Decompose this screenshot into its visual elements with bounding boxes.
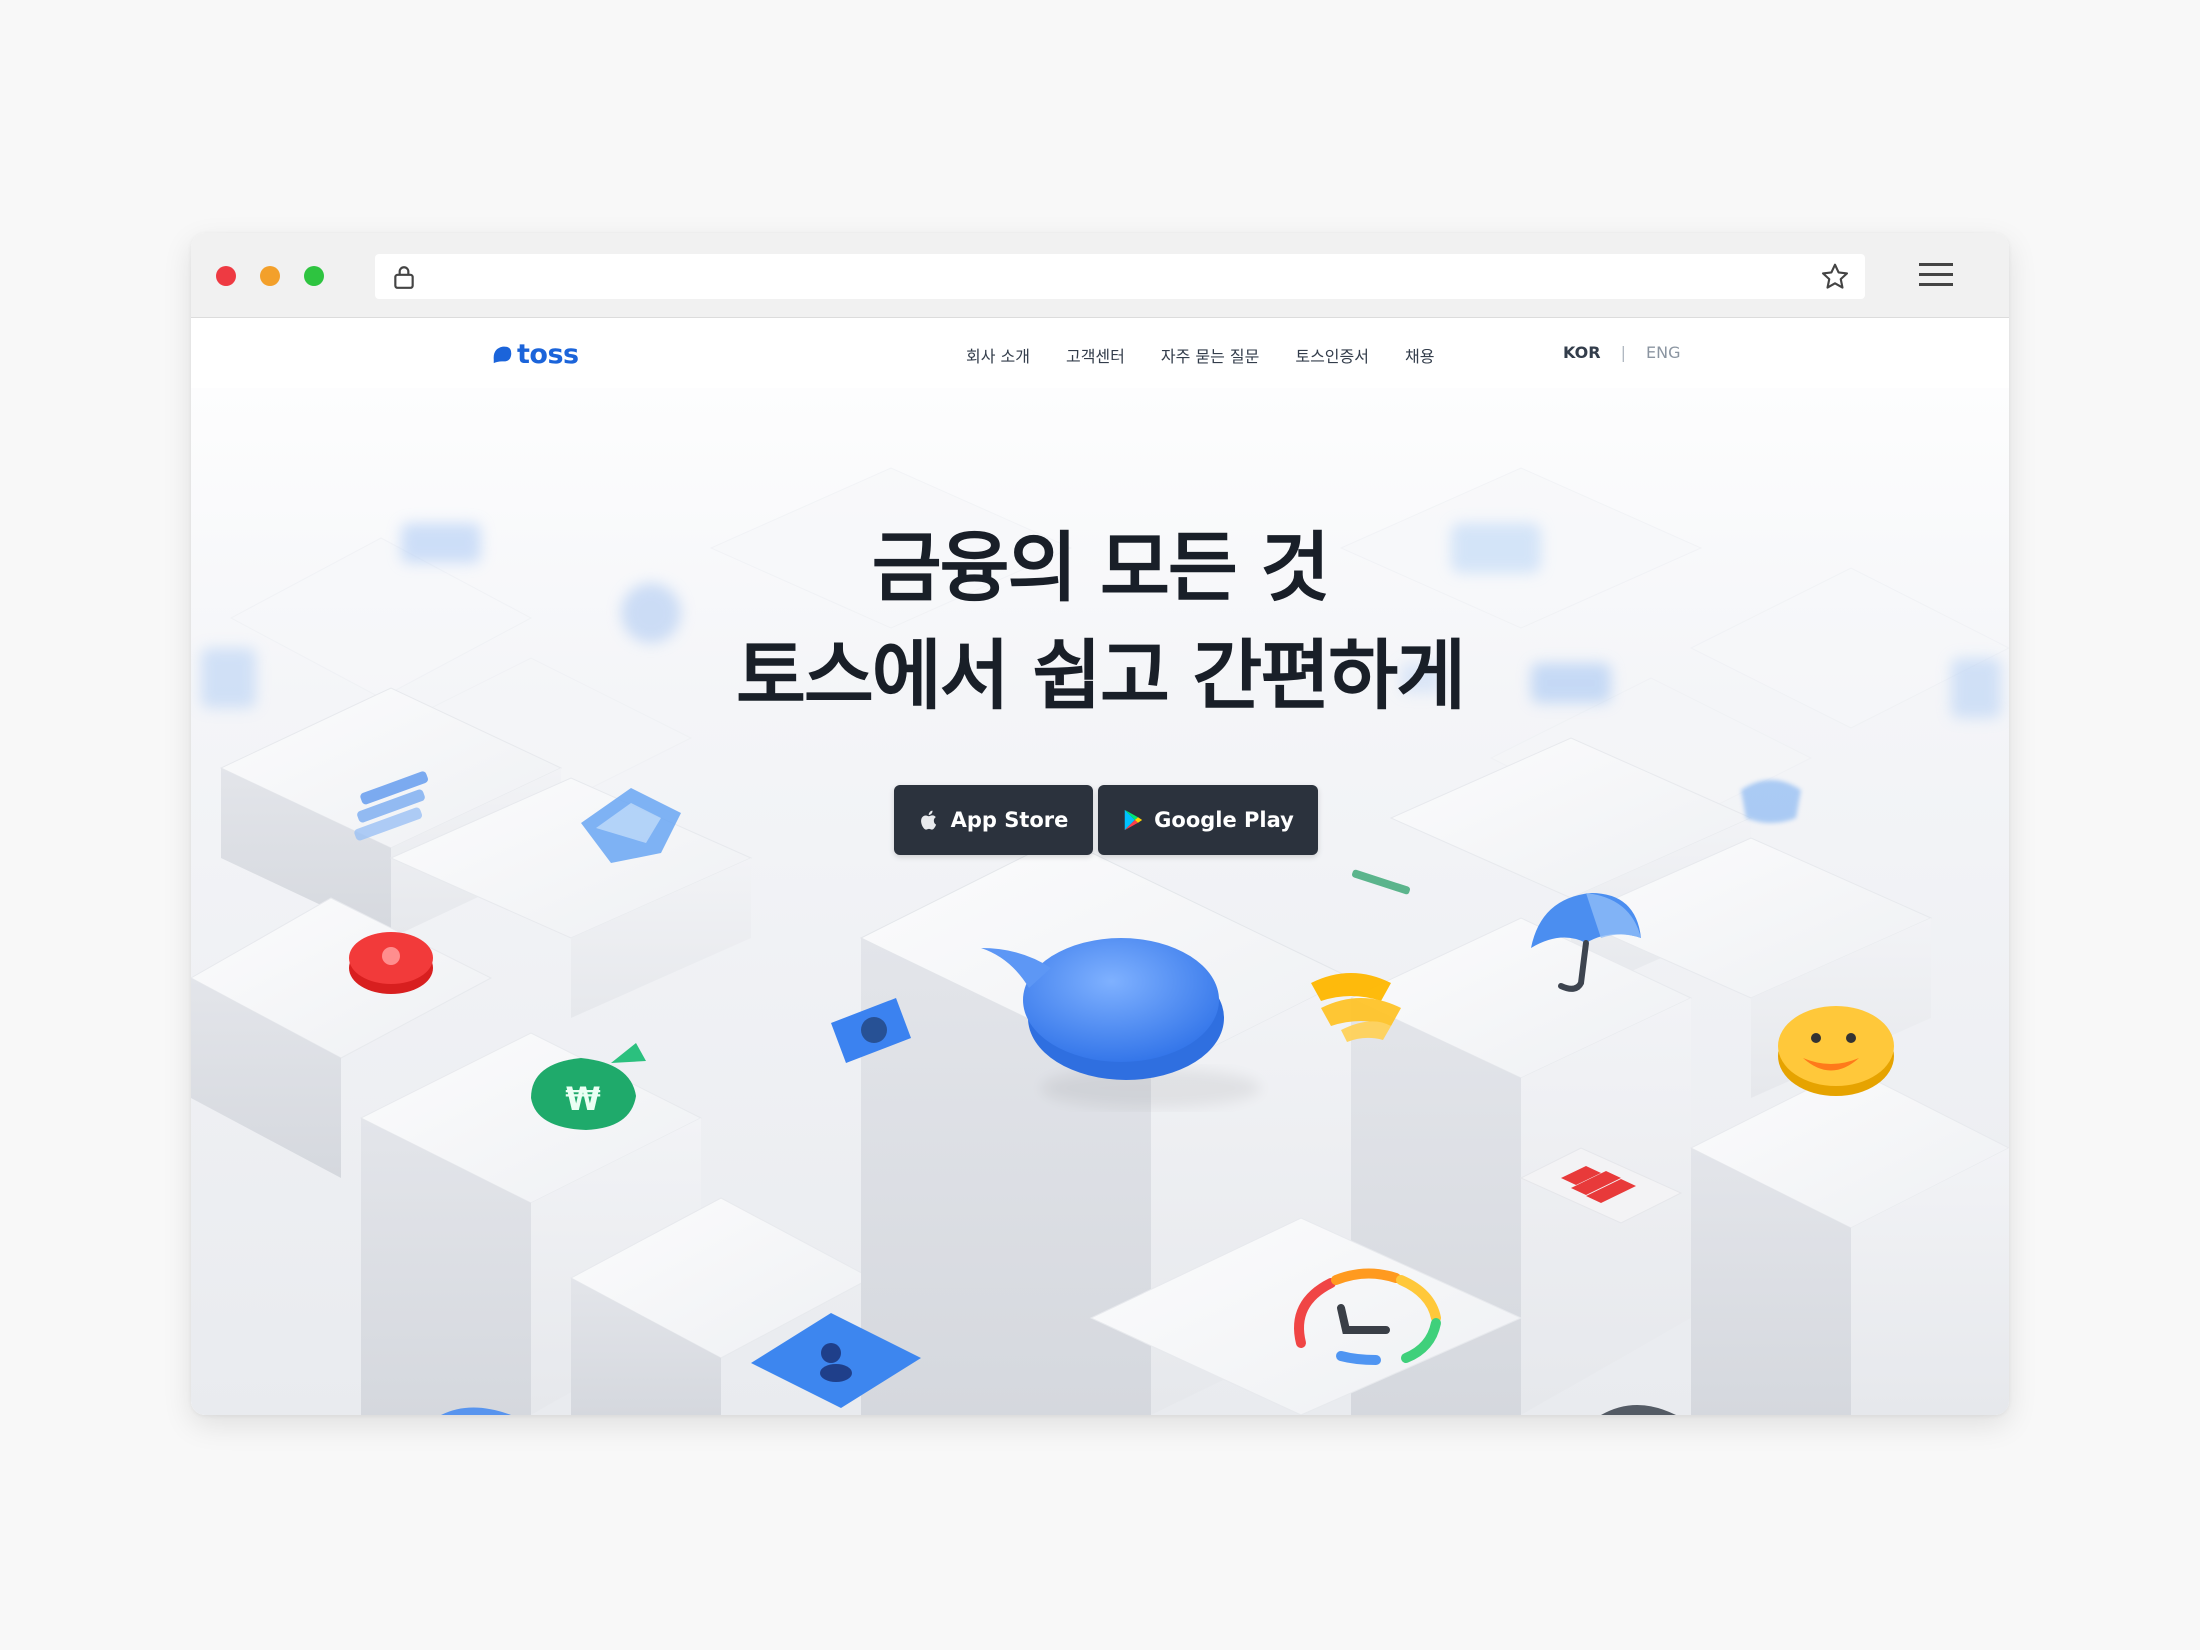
browser-toolbar bbox=[191, 233, 2009, 318]
lang-kor-link[interactable]: KOR bbox=[1563, 343, 1601, 362]
lang-eng-link[interactable]: ENG bbox=[1646, 343, 1680, 362]
nav-link-careers[interactable]: 채용 bbox=[1405, 343, 1434, 367]
nav-link-toss-certificate[interactable]: 토스인증서 bbox=[1295, 343, 1369, 367]
browser-window: ₩ toss 회사 소개 고객센터 자주 묻는 질문 토스인증서 채용 KOR … bbox=[191, 233, 2009, 1415]
smiley-3d-icon bbox=[1778, 1006, 1894, 1096]
address-bar[interactable] bbox=[375, 254, 1865, 299]
google-play-label: Google Play bbox=[1154, 808, 1294, 832]
lock-icon bbox=[394, 266, 414, 289]
minimize-window-button[interactable] bbox=[260, 266, 280, 286]
language-switcher: KOR | ENG bbox=[1563, 343, 1680, 362]
lang-divider: | bbox=[1620, 343, 1626, 362]
star-icon[interactable] bbox=[1819, 261, 1851, 293]
maximize-window-button[interactable] bbox=[304, 266, 324, 286]
hero-headline-line1: 금융의 모든 것 bbox=[871, 523, 1330, 612]
red-pin-3d-icon bbox=[349, 932, 433, 994]
main-navigation: 회사 소개 고객센터 자주 묻는 질문 토스인증서 채용 bbox=[966, 343, 1470, 367]
close-window-button[interactable] bbox=[216, 266, 236, 286]
web-page: ₩ toss 회사 소개 고객센터 자주 묻는 질문 토스인증서 채용 KOR … bbox=[191, 318, 2009, 1415]
app-store-button[interactable]: App Store bbox=[894, 785, 1093, 855]
hamburger-menu-icon[interactable] bbox=[1919, 260, 1953, 290]
nav-link-customer-center[interactable]: 고객센터 bbox=[1066, 343, 1125, 367]
google-play-button[interactable]: Google Play bbox=[1098, 785, 1318, 855]
toss-logo-icon bbox=[493, 346, 512, 364]
google-play-icon bbox=[1124, 809, 1143, 831]
site-header: toss 회사 소개 고객센터 자주 묻는 질문 토스인증서 채용 KOR | … bbox=[191, 318, 2009, 388]
app-store-label: App Store bbox=[950, 808, 1069, 832]
toss-logo[interactable]: toss bbox=[491, 336, 579, 372]
hero-headline-line2: 토스에서 쉽고 간편하게 bbox=[735, 631, 1466, 720]
nav-link-faq[interactable]: 자주 묻는 질문 bbox=[1161, 343, 1260, 367]
apple-icon bbox=[920, 810, 936, 830]
hero-illustration: ₩ bbox=[191, 318, 2009, 1415]
nav-link-company[interactable]: 회사 소개 bbox=[966, 343, 1030, 367]
logo-text: toss bbox=[517, 338, 579, 370]
svg-text:₩: ₩ bbox=[565, 1080, 600, 1118]
